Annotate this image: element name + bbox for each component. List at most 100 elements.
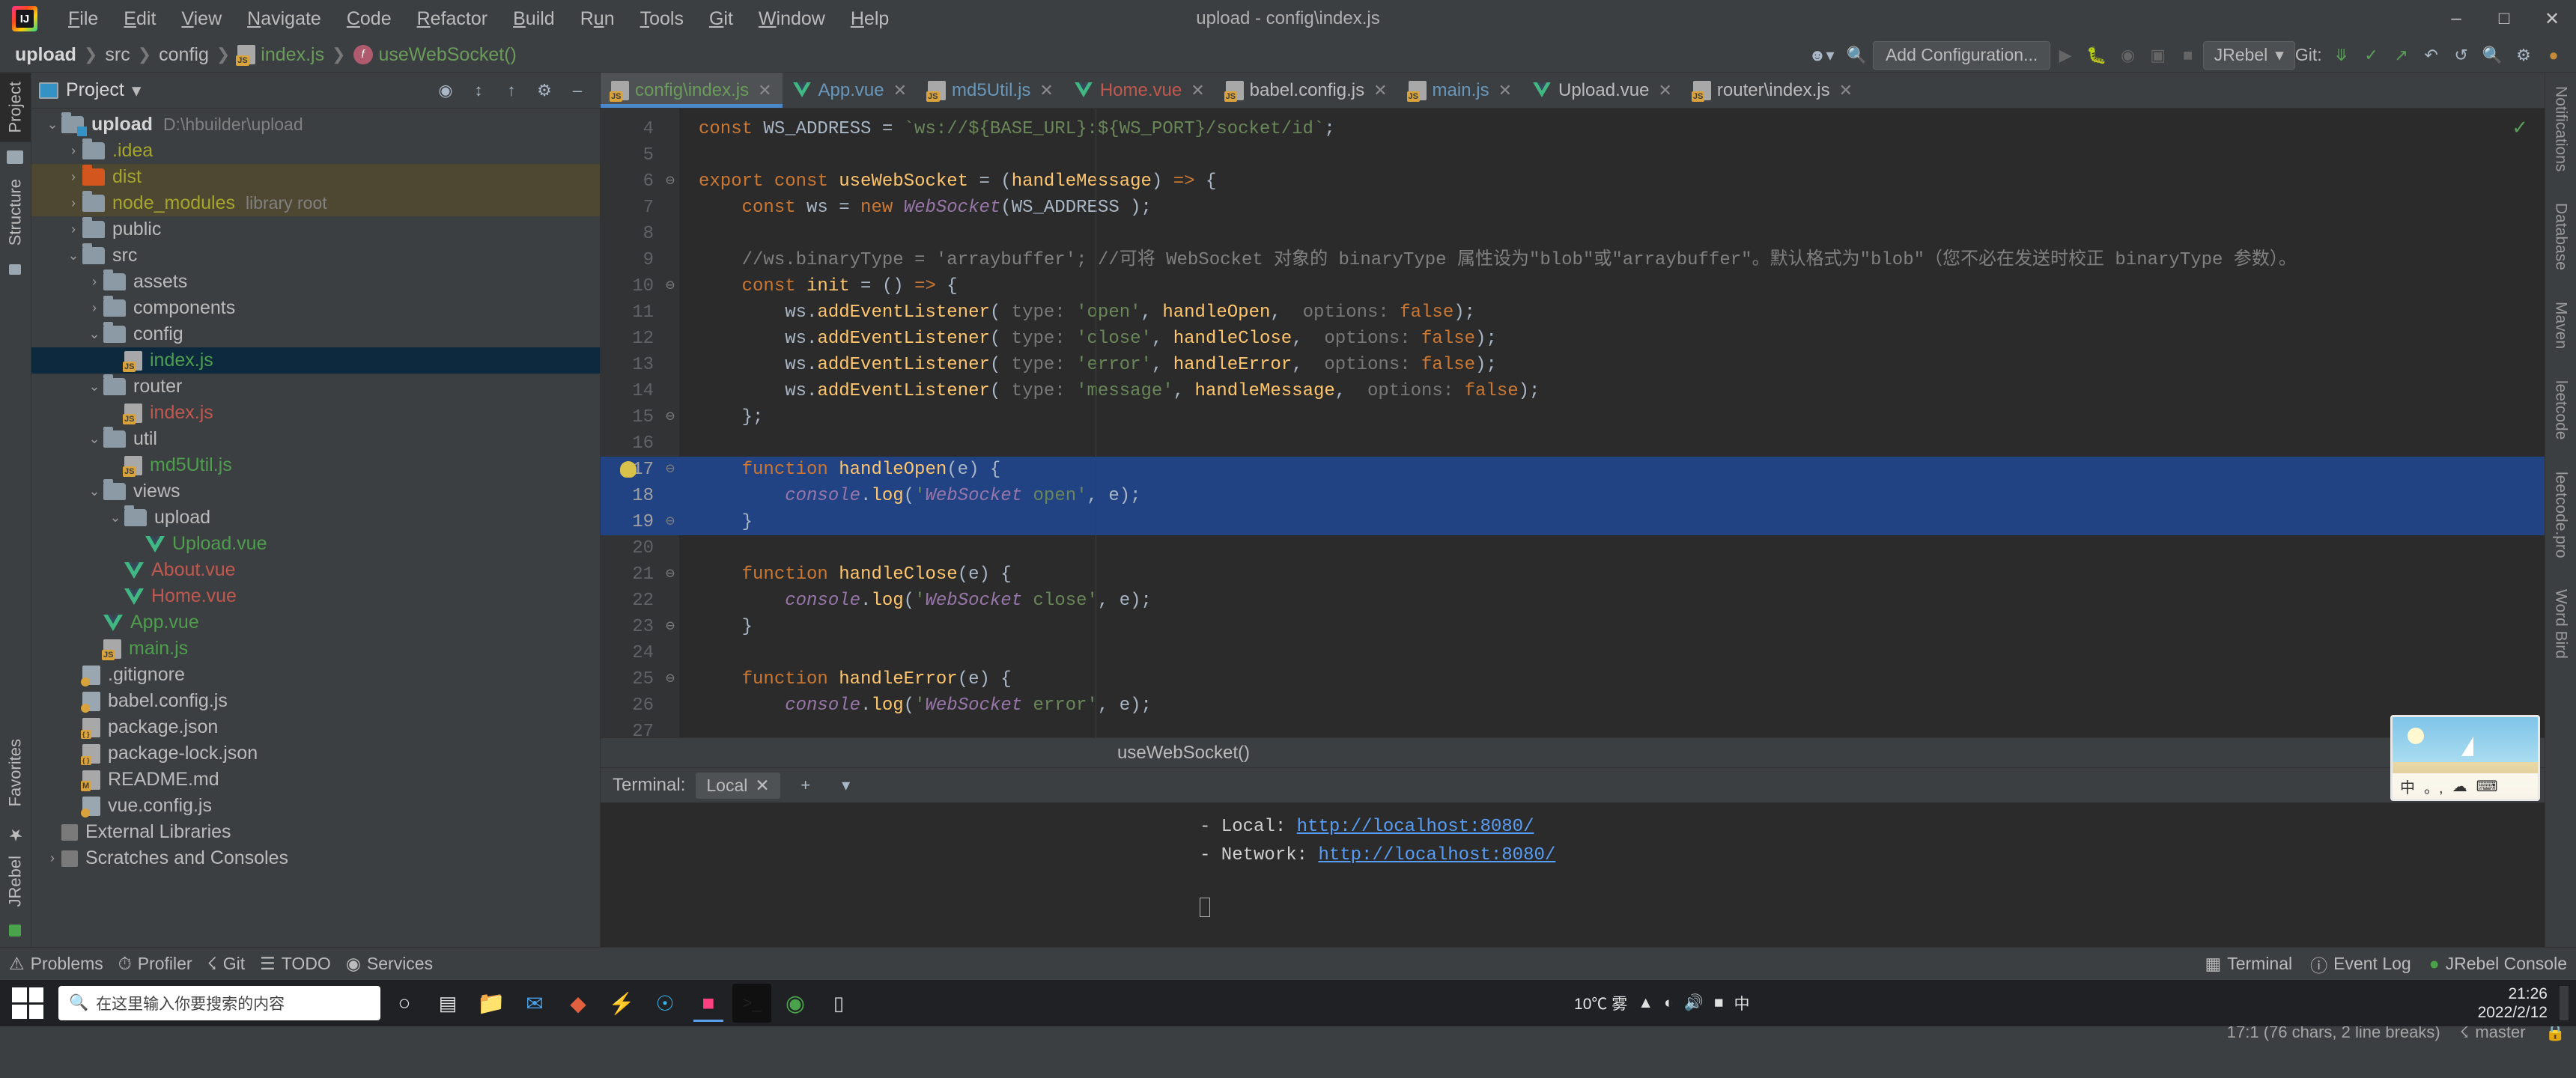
tree-item-assets[interactable]: › assets [31,269,600,295]
coverage-icon[interactable]: ◉ [2113,40,2143,70]
code-line[interactable]: ws.addEventListener( type: 'close', hand… [679,326,2545,352]
close-icon[interactable]: ✕ [755,776,769,796]
terminal-icon[interactable]: >_ [732,984,771,1023]
sidebar-item-maven[interactable]: Maven [2552,302,2570,349]
tree-item-about.vue[interactable]: About.vue [31,557,600,583]
tree-item-scratches-and-consoles[interactable]: › Scratches and Consoles [31,845,600,871]
task-view-icon[interactable]: ▤ [428,984,467,1023]
status-git[interactable]: ☇ Git [207,954,246,974]
chevron-right-icon[interactable]: › [43,850,61,866]
ime-punctuation[interactable]: 。, [2424,776,2443,797]
editor-tab-config-index.js[interactable]: config\index.js ✕ [601,73,783,108]
editor-tab-home.vue[interactable]: Home.vue ✕ [1064,73,1215,108]
collapse-all-icon[interactable]: ↑ [496,76,526,106]
line-number[interactable]: 12 [601,326,679,352]
sidebar-item-database[interactable]: Database [2552,203,2570,270]
taskbar-clock[interactable]: 21:26 2022/2/12 [2478,984,2555,1022]
tree-item-components[interactable]: › components [31,295,600,321]
close-icon[interactable]: ✕ [1658,81,1671,100]
status-problems[interactable]: ⚠ Problems [9,954,103,974]
menu-window[interactable]: Window [746,0,838,37]
status-todo[interactable]: ☰ TODO [260,954,331,974]
chevron-down-icon[interactable]: ⌄ [85,431,103,447]
code-line[interactable] [679,535,2545,561]
file-explorer-icon[interactable]: 📁 [472,984,511,1023]
tree-item-vue.config.js[interactable]: vue.config.js [31,793,600,819]
tree-item-app.vue[interactable]: App.vue [31,609,600,636]
flash-icon[interactable]: ⚡ [602,984,641,1023]
breadcrumb-config[interactable]: config [159,44,209,66]
chevron-down-icon[interactable]: ⌄ [64,248,82,264]
history-icon[interactable]: ↶ [2416,40,2446,70]
status-terminal[interactable]: ▦ Terminal [2205,954,2292,974]
line-number[interactable]: 5 [601,142,679,168]
line-number[interactable]: 7 [601,195,679,221]
ime-icon[interactable]: 中 [1734,992,1750,1014]
tree-item-readme.md[interactable]: README.md [31,767,600,793]
line-number[interactable]: 27 [601,719,679,737]
line-number[interactable]: 26 [601,692,679,719]
show-desktop-button[interactable] [2560,986,2569,1020]
cortana-icon[interactable]: ○ [385,984,424,1023]
commit-icon[interactable]: ✓ [2357,40,2387,70]
fold-toggle-icon[interactable]: ⊖ [666,561,675,588]
code-line[interactable]: console.log('WebSocket open', e); [679,483,2545,509]
code-line[interactable]: console.log('WebSocket error', e); [679,692,2545,719]
fold-toggle-icon[interactable]: ⊖ [666,457,675,483]
menu-tools[interactable]: Tools [628,0,696,37]
line-number[interactable]: 22 [601,588,679,614]
weather-widget[interactable]: 10℃ 雾 [1574,992,1627,1014]
fold-toggle-icon[interactable]: ⊖ [666,168,675,195]
minimize-button[interactable]: – [2432,0,2480,37]
menu-view[interactable]: View [168,0,234,37]
editor-tab-upload.vue[interactable]: Upload.vue ✕ [1522,73,1683,108]
code-line[interactable]: } [679,614,2545,640]
run-icon[interactable]: ▶ [2050,40,2080,70]
tree-item-main.js[interactable]: main.js [31,636,600,662]
chevron-right-icon[interactable]: › [85,274,103,290]
ime-cloud-icon[interactable]: ☁ [2452,777,2467,796]
tree-item-upload[interactable]: ⌄ upload D:\hbuilder\upload [31,112,600,138]
breadcrumb-usewebsocket[interactable]: useWebSocket() [379,44,517,66]
tree-item-external-libraries[interactable]: External Libraries [31,819,600,845]
line-number[interactable]: 14 [601,378,679,404]
idea-icon[interactable]: ■ [689,984,728,1023]
tree-item-src[interactable]: ⌄ src [31,243,600,269]
profiler-icon[interactable]: ▣ [2143,40,2173,70]
menu-build[interactable]: Build [500,0,568,37]
git-update-icon[interactable]: ⤋ [2327,40,2357,70]
editor-tab-md5util.js[interactable]: md5Util.js ✕ [917,73,1064,108]
menu-refactor[interactable]: Refactor [404,0,501,37]
stop-icon[interactable]: ■ [2173,40,2203,70]
fold-toggle-icon[interactable]: ⊖ [666,273,675,299]
code-line[interactable]: function handleError(e) { [679,666,2545,692]
tree-item-package.json[interactable]: package.json [31,714,600,740]
editor-tab-main.js[interactable]: main.js ✕ [1398,73,1522,108]
line-number[interactable]: 20 [601,535,679,561]
code-line[interactable]: console.log('WebSocket close', e); [679,588,2545,614]
chevron-down-icon[interactable]: ⌄ [85,326,103,342]
chevron-down-icon[interactable]: ⌄ [85,379,103,395]
project-tree[interactable]: ⌄ upload D:\hbuilder\upload › .idea › dist › nod… [31,109,600,947]
code-line[interactable]: ws.addEventListener( type: 'message', ha… [679,378,2545,404]
chevron-right-icon[interactable]: › [64,195,82,211]
status-jrebel-console[interactable]: ● JRebel Console [2429,954,2567,974]
code-line[interactable] [679,142,2545,168]
code-line[interactable] [679,221,2545,247]
fold-toggle-icon[interactable]: ⊖ [666,666,675,692]
tree-item-router[interactable]: ⌄ router [31,374,600,400]
locate-icon[interactable]: ◉ [431,76,461,106]
intention-bulb-icon[interactable] [620,461,637,478]
terminal-tab-local[interactable]: Local ✕ [696,772,780,799]
sidebar-item-structure[interactable]: Structure [0,170,31,255]
line-number[interactable]: 4 [601,116,679,142]
chevron-right-icon[interactable]: › [64,222,82,237]
chevron-down-icon[interactable]: ⌄ [106,510,124,526]
tree-item-.idea[interactable]: › .idea [31,138,600,164]
code-line[interactable]: ws.addEventListener( type: 'open', handl… [679,299,2545,326]
floating-image-widget[interactable]: 中 。, ☁ ⌨ [2390,715,2540,801]
edge-icon[interactable]: ☉ [645,984,684,1023]
terminal-link[interactable]: http://localhost:8080/ [1297,817,1534,837]
tree-item-dist[interactable]: › dist [31,164,600,190]
phone-icon[interactable]: ▯ [819,984,858,1023]
